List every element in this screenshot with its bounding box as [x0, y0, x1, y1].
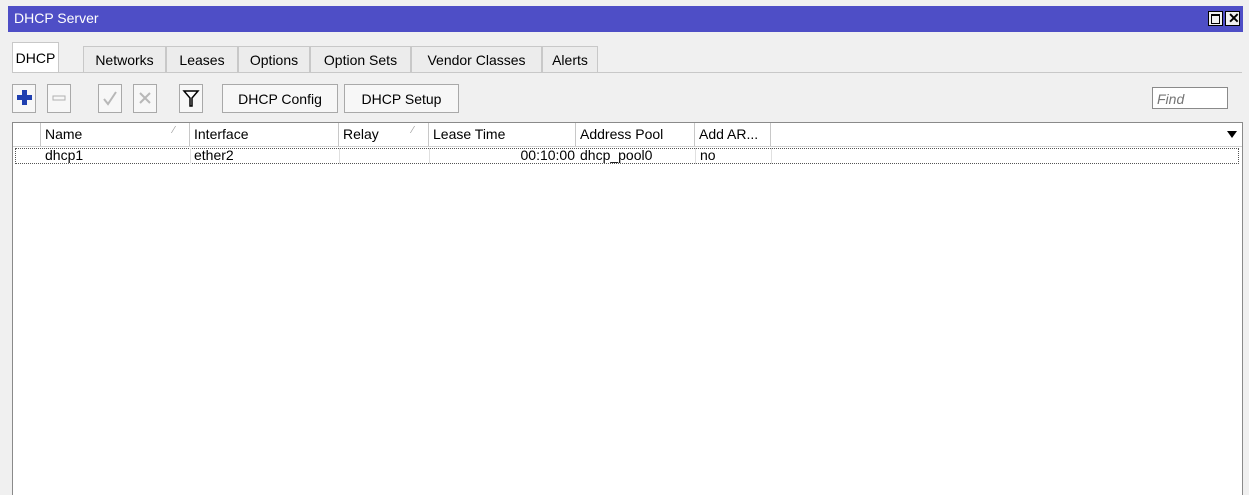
dhcp-server-window: DHCP Server ✕ DHCP Networks Leases Optio…	[0, 0, 1249, 495]
tab-leases[interactable]: Leases	[166, 46, 238, 72]
cell-add-arp: no	[700, 147, 716, 163]
tab-option-sets[interactable]: Option Sets	[310, 46, 411, 72]
x-icon	[139, 92, 151, 104]
tab-networks[interactable]: Networks	[83, 46, 166, 72]
column-interface-label: Interface	[194, 126, 249, 142]
filter-button[interactable]	[179, 84, 203, 113]
column-relay[interactable]: Relay ⁄	[339, 123, 429, 146]
column-lease-time-label: Lease Time	[433, 126, 506, 142]
cell-interface: ether2	[194, 147, 234, 163]
check-icon	[103, 91, 117, 106]
column-chooser-icon[interactable]	[1227, 131, 1237, 138]
plus-icon	[17, 90, 32, 105]
column-relay-label: Relay	[343, 126, 379, 142]
column-divider	[339, 148, 340, 164]
header-spacer	[13, 123, 41, 146]
column-name-label: Name	[45, 126, 83, 142]
tab-options[interactable]: Options	[238, 46, 310, 72]
column-divider	[771, 148, 772, 164]
column-divider	[429, 148, 430, 164]
table-header: Name ⁄ Interface Relay ⁄ Lease Time Addr…	[13, 123, 1242, 147]
cell-address-pool: dhcp_pool0	[580, 147, 653, 163]
column-add-arp-label: Add AR...	[699, 126, 759, 142]
dhcp-config-button[interactable]: DHCP Config	[222, 84, 338, 113]
sort-icon: ⁄	[412, 125, 414, 136]
minus-icon	[52, 95, 66, 101]
column-divider	[190, 148, 191, 164]
find-input[interactable]	[1152, 87, 1228, 109]
tab-alerts[interactable]: Alerts	[542, 46, 598, 72]
column-name[interactable]: Name ⁄	[41, 123, 190, 146]
close-icon[interactable]: ✕	[1225, 10, 1240, 26]
column-address-pool[interactable]: Address Pool	[576, 123, 695, 146]
add-button[interactable]	[12, 84, 36, 113]
column-add-arp[interactable]: Add AR...	[695, 123, 771, 146]
table-row[interactable]: dhcp1 ether2 00:10:00 dhcp_pool0 no	[13, 148, 1242, 164]
window-title: DHCP Server	[14, 10, 99, 26]
tab-dhcp[interactable]: DHCP	[12, 42, 59, 73]
column-lease-time[interactable]: Lease Time	[429, 123, 576, 146]
column-divider	[695, 148, 696, 164]
dhcp-server-table: Name ⁄ Interface Relay ⁄ Lease Time Addr…	[12, 122, 1243, 495]
window-titlebar[interactable]: DHCP Server ✕	[8, 6, 1243, 32]
tab-vendor-classes[interactable]: Vendor Classes	[411, 46, 542, 72]
cell-name: dhcp1	[45, 147, 84, 163]
filter-icon	[182, 90, 200, 107]
tab-divider	[12, 72, 1242, 73]
dhcp-setup-button[interactable]: DHCP Setup	[344, 84, 459, 113]
column-address-pool-label: Address Pool	[580, 126, 664, 142]
disable-button[interactable]	[133, 84, 157, 113]
sort-icon: ⁄	[173, 125, 175, 136]
enable-button[interactable]	[98, 84, 122, 113]
remove-button[interactable]	[47, 84, 71, 113]
cell-lease-time: 00:10:00	[520, 147, 576, 163]
column-interface[interactable]: Interface	[190, 123, 339, 146]
maximize-icon[interactable]	[1208, 11, 1223, 26]
